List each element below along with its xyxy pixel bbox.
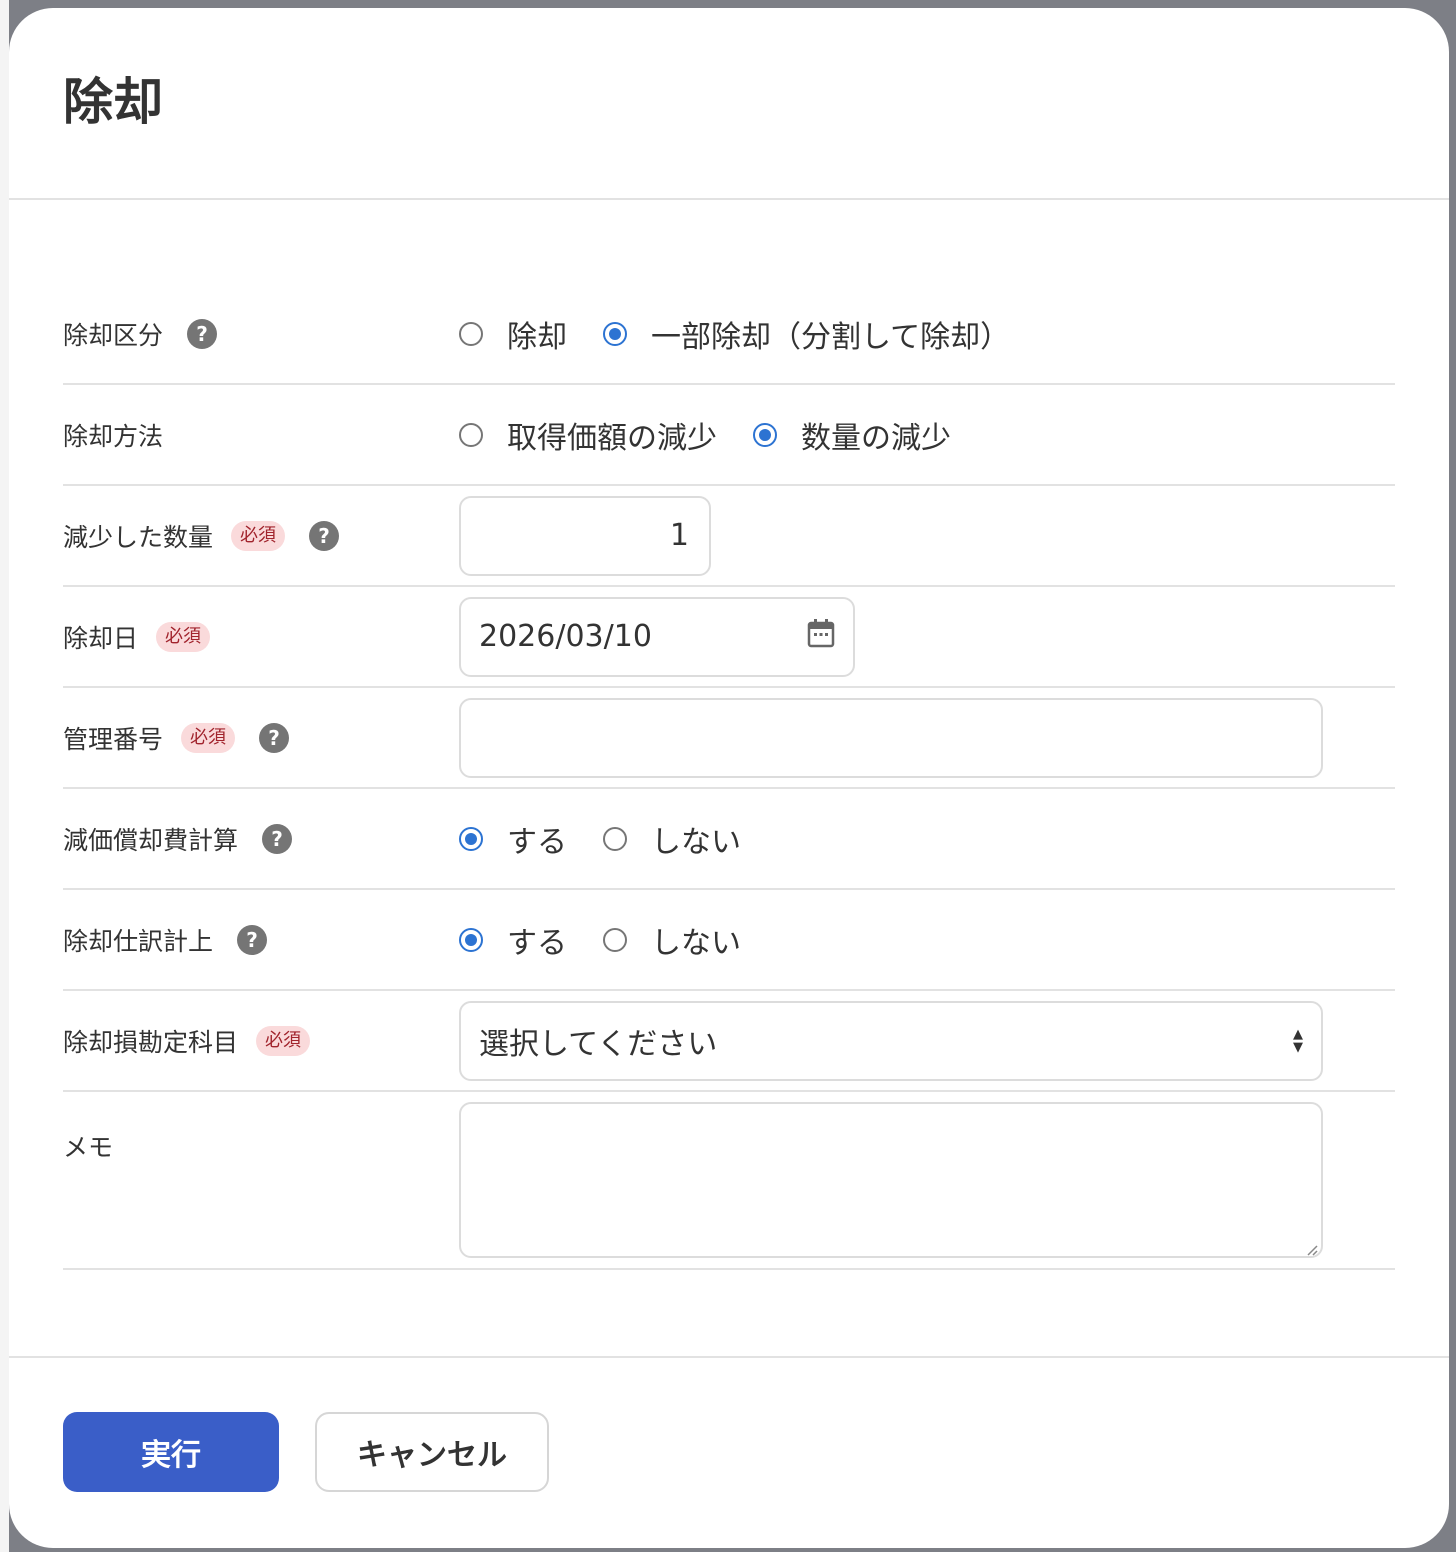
row-disposal-journal: 除却仕訳計上 ? する しない (63, 890, 1395, 991)
disposal-method-label: 除却方法 (63, 421, 164, 451)
radio-button-checked[interactable] (459, 927, 483, 952)
disposal-loss-account-select[interactable]: 選択してください ▲ ▼ (459, 1000, 1323, 1081)
row-management-number: 管理番号 必須 ? (63, 688, 1395, 789)
disposal-loss-account-label: 除却損勘定科目 (63, 1027, 239, 1057)
disposal-type-radio-group: 除却 一部除却（分割して除却） (459, 284, 1046, 383)
help-icon[interactable]: ? (309, 520, 340, 551)
calendar-icon[interactable] (807, 618, 835, 656)
radio-button[interactable] (459, 422, 483, 447)
radio-depreciation-yes[interactable]: する (459, 817, 567, 861)
radio-disposal-partial[interactable]: 一部除却（分割して除却） (603, 312, 1010, 356)
radio-disposal-full[interactable]: 除却 (459, 312, 567, 356)
radio-depreciation-no[interactable]: しない (603, 817, 741, 861)
required-badge: 必須 (156, 621, 211, 652)
row-disposal-date: 除却日 必須 2026/03/10 (63, 587, 1395, 688)
radio-journal-no[interactable]: しない (603, 918, 741, 962)
row-memo: メモ (63, 1092, 1395, 1270)
disposal-method-radio-group: 取得価額の減少 数量の減少 (459, 385, 987, 484)
management-number-input[interactable] (459, 697, 1323, 778)
disposal-form: 除却区分 ? 除却 一部除却（分割して除却） 除却方法 取得価額の減少 数量の減… (63, 284, 1395, 1270)
required-badge: 必須 (256, 1025, 311, 1056)
radio-button[interactable] (603, 826, 627, 851)
help-icon[interactable]: ? (259, 722, 290, 753)
help-icon[interactable]: ? (262, 823, 293, 854)
select-arrows-icon: ▲ ▼ (1293, 1026, 1303, 1055)
disposal-dialog: 除却 除却区分 ? 除却 一部除却（分割して除却） 除却方法 取得価額の減少 数… (9, 8, 1449, 1548)
disposal-journal-label: 除却仕訳計上 (63, 926, 214, 956)
radio-button[interactable] (603, 927, 627, 952)
disposal-type-label: 除却区分 (63, 320, 164, 350)
radio-button-checked[interactable] (603, 321, 627, 346)
required-badge: 必須 (181, 722, 236, 753)
dialog-footer: 実行 キャンセル (9, 1356, 1449, 1548)
radio-button[interactable] (459, 321, 483, 346)
row-disposal-type: 除却区分 ? 除却 一部除却（分割して除却） (63, 284, 1395, 385)
dialog-header: 除却 (9, 8, 1449, 200)
cancel-button[interactable]: キャンセル (315, 1412, 549, 1492)
radio-button-checked[interactable] (753, 422, 777, 447)
disposal-journal-radio-group: する しない (459, 890, 777, 989)
row-reduced-quantity: 減少した数量 必須 ? 1 (63, 486, 1395, 587)
radio-journal-yes[interactable]: する (459, 918, 567, 962)
radio-method-acquisition-cost[interactable]: 取得価額の減少 (459, 413, 717, 457)
memo-label: メモ (63, 1133, 114, 1162)
depreciation-calc-label: 減価償却費計算 (63, 825, 239, 855)
memo-textarea[interactable] (459, 1102, 1323, 1258)
reduced-quantity-input[interactable]: 1 (459, 495, 711, 576)
background-page (0, 0, 9, 1552)
execute-button[interactable]: 実行 (63, 1412, 279, 1492)
required-badge: 必須 (231, 520, 286, 551)
help-icon[interactable]: ? (187, 318, 218, 349)
dialog-title: 除却 (63, 73, 163, 131)
row-disposal-method: 除却方法 取得価額の減少 数量の減少 (63, 385, 1395, 486)
depreciation-calc-radio-group: する しない (459, 789, 777, 888)
row-disposal-loss-account: 除却損勘定科目 必須 選択してください ▲ ▼ (63, 991, 1395, 1092)
reduced-quantity-label: 減少した数量 (63, 522, 214, 552)
row-depreciation-calc: 減価償却費計算 ? する しない (63, 789, 1395, 890)
disposal-date-input[interactable]: 2026/03/10 (459, 596, 855, 677)
help-icon[interactable]: ? (237, 924, 268, 955)
disposal-date-label: 除却日 (63, 623, 139, 653)
radio-button-checked[interactable] (459, 826, 483, 851)
radio-method-quantity[interactable]: 数量の減少 (753, 413, 951, 457)
resize-handle-icon[interactable] (1306, 1241, 1318, 1256)
management-number-label: 管理番号 (63, 724, 164, 754)
